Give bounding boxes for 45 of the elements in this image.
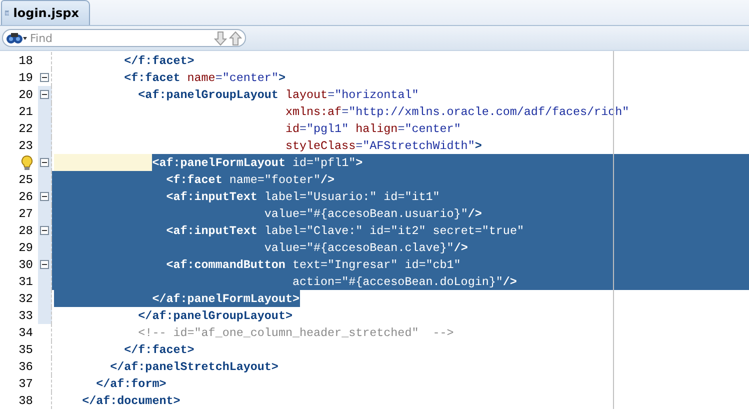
down-arrow-icon[interactable] bbox=[214, 30, 227, 46]
line-number: 36 bbox=[18, 360, 33, 374]
line-number: 25 bbox=[18, 172, 33, 186]
line-number: 22 bbox=[18, 122, 33, 136]
up-arrow-icon[interactable] bbox=[229, 30, 242, 46]
line-number: 38 bbox=[18, 394, 33, 408]
code-line: </af:panelStretchLayout> bbox=[110, 358, 278, 375]
line-number: 26 bbox=[18, 190, 33, 204]
code-line: id="pgl1" halign="center" bbox=[285, 120, 461, 137]
binoculars-icon[interactable] bbox=[6, 32, 28, 44]
code-line: </f:facet> bbox=[124, 52, 194, 69]
line-number: 32 bbox=[18, 292, 33, 306]
file-tab[interactable]: login.jspx bbox=[1, 0, 90, 25]
line-number: 23 bbox=[18, 138, 33, 152]
line-number: 27 bbox=[18, 206, 33, 220]
code-line: styleClass="AFStretchWidth"> bbox=[285, 138, 482, 154]
code-line: </af:document> bbox=[82, 392, 180, 409]
line-number: 28 bbox=[18, 224, 33, 238]
collapse-toggle-icon[interactable] bbox=[40, 73, 49, 82]
code-line: <f:facet name="center"> bbox=[124, 70, 286, 86]
line-number: 21 bbox=[18, 104, 33, 118]
line-number: 30 bbox=[18, 258, 33, 272]
line-number: 18 bbox=[18, 54, 33, 68]
code-line: xmlns:af="http://xmlns.oracle.com/adf/faces/rich" bbox=[285, 104, 630, 120]
code-line: <af:panelGroupLayout layout="horizontal" bbox=[138, 86, 419, 103]
code-line: </f:facet> bbox=[124, 342, 194, 358]
line-number: 31 bbox=[18, 274, 33, 288]
collapse-toggle-icon[interactable] bbox=[40, 192, 49, 201]
code-line: <!-- id="af_one_column_header_stretched" --> bbox=[138, 324, 454, 341]
line-number: 33 bbox=[18, 308, 33, 322]
collapse-toggle-icon[interactable] bbox=[40, 260, 49, 269]
line-number: 29 bbox=[18, 240, 33, 254]
find-field[interactable]: Find bbox=[2, 29, 246, 47]
code-line: </af:panelGroupLayout> bbox=[138, 308, 292, 324]
code-line: </af:form> bbox=[96, 376, 166, 392]
line-number: 35 bbox=[18, 342, 33, 356]
lightbulb-icon[interactable] bbox=[21, 154, 33, 170]
line-number: 20 bbox=[18, 88, 33, 102]
line-number: 34 bbox=[18, 326, 33, 340]
collapse-toggle-icon[interactable] bbox=[40, 90, 49, 99]
find-input[interactable]: Find bbox=[30, 32, 212, 44]
line-number: 37 bbox=[18, 376, 33, 390]
collapse-toggle-icon[interactable] bbox=[40, 158, 49, 167]
line-number: 19 bbox=[18, 70, 33, 84]
collapse-toggle-icon[interactable] bbox=[40, 226, 49, 235]
